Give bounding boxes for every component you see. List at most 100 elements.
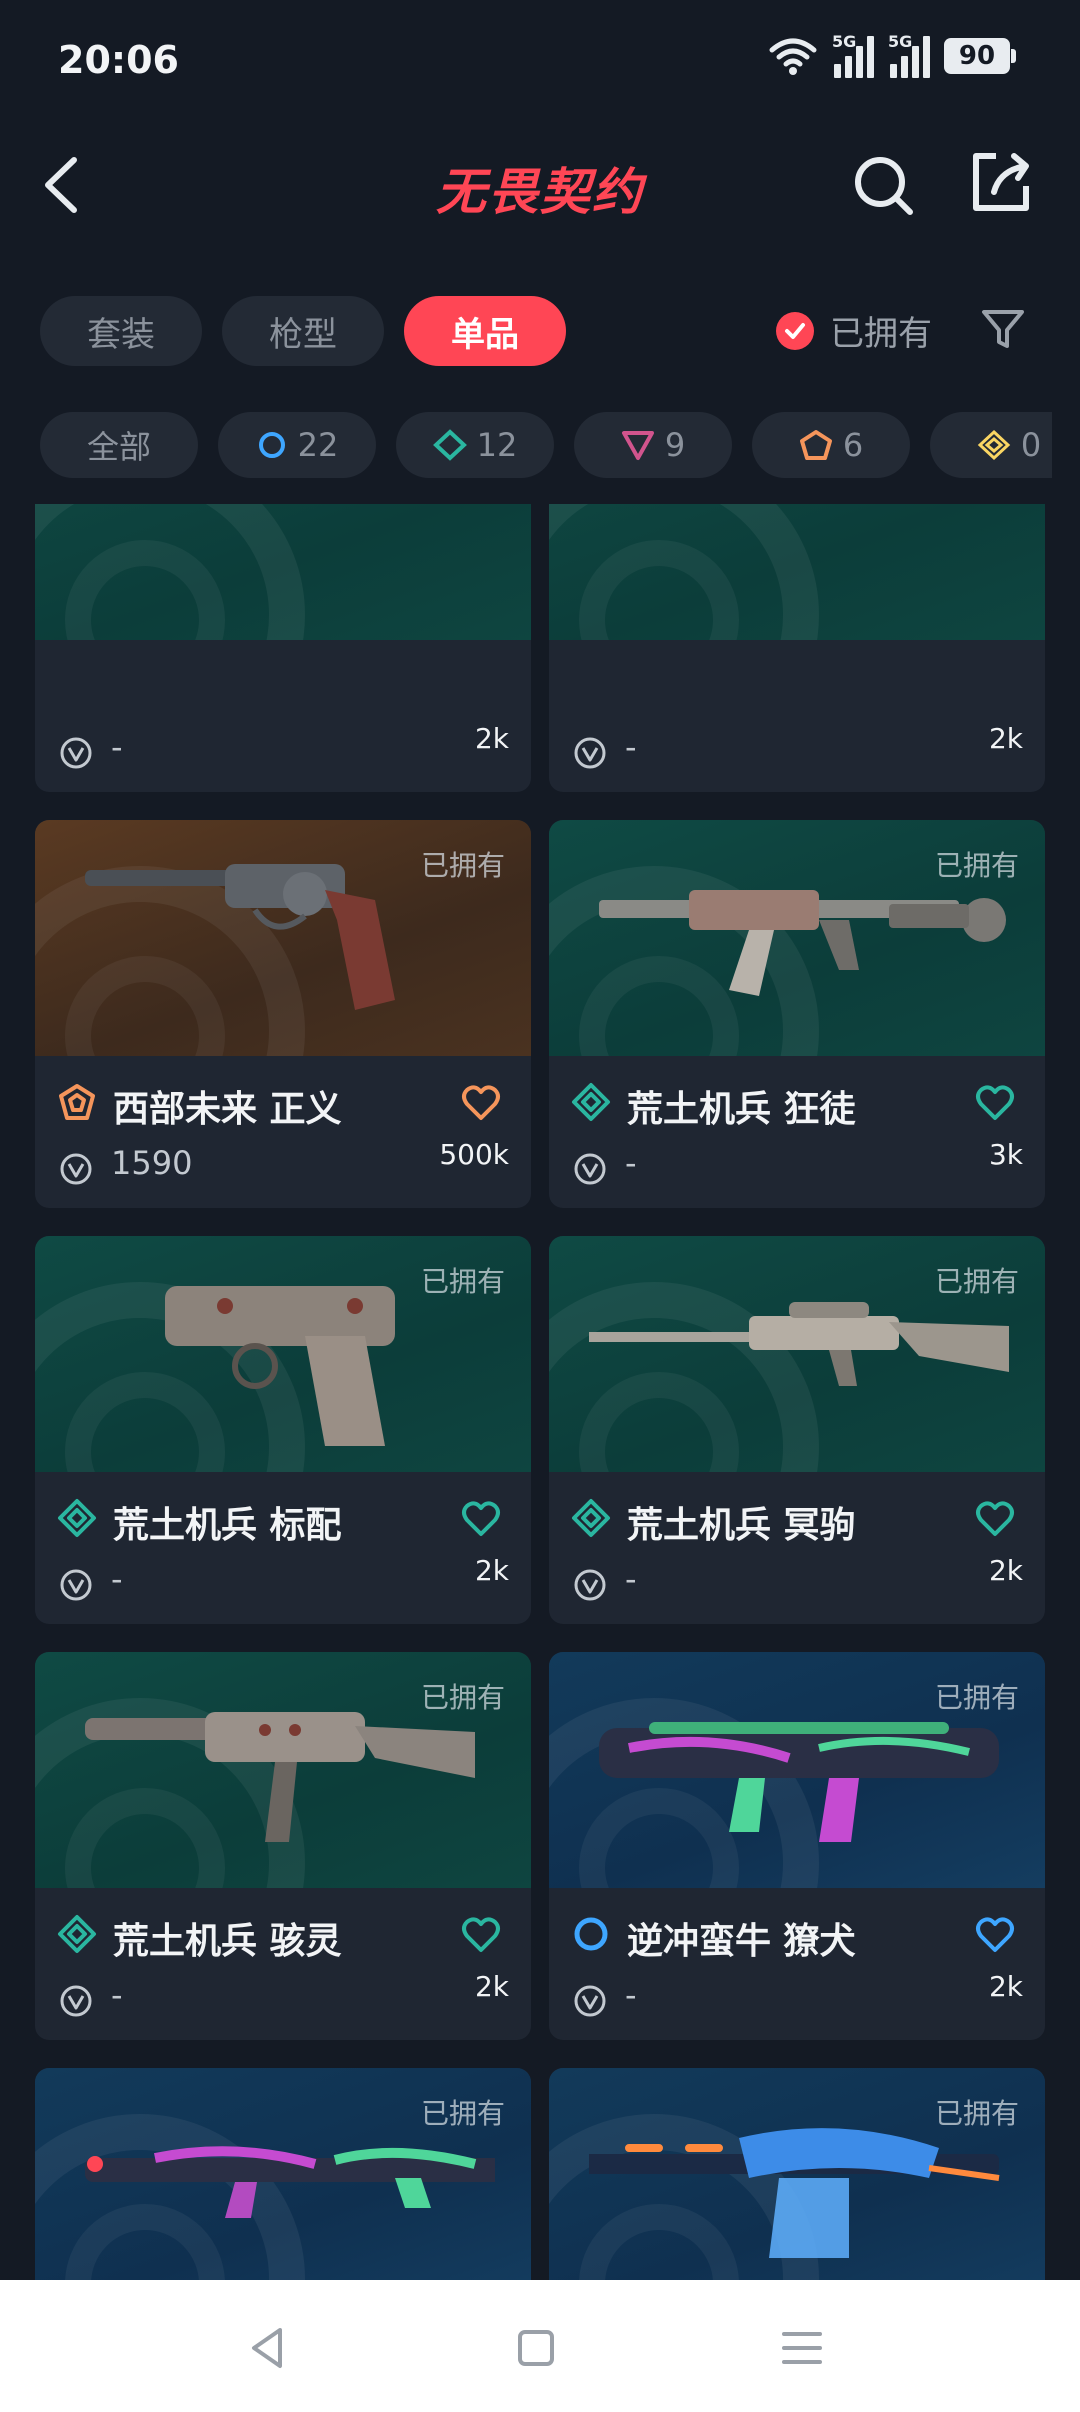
owned-filter-label: 已拥有 (830, 314, 932, 354)
share-button[interactable] (966, 148, 1036, 218)
skin-price: - (111, 1560, 123, 1598)
tab-weapon-types[interactable]: 枪型 (222, 296, 384, 366)
skin-card[interactable]: - 2k (35, 504, 531, 792)
select-tier-icon (258, 432, 285, 458)
chip-deluxe-tier[interactable]: 12 (396, 412, 554, 478)
chip-ultra-tier[interactable]: 0 (930, 412, 1052, 478)
category-tabs: 套装 枪型 单品 (40, 296, 566, 366)
valorant-points-icon (573, 1984, 607, 2018)
skin-card[interactable]: 已拥有 荒土机兵 冥驹 - 2k (549, 1236, 1045, 1624)
triangle-back-icon (252, 2328, 282, 2368)
nav-recents-button[interactable] (774, 2320, 830, 2376)
rarity-tier-icon (57, 1498, 97, 1538)
valorant-points-icon (59, 1568, 93, 1602)
skin-card[interactable]: - 2k (549, 504, 1045, 792)
chip-count: 0 (1020, 426, 1042, 464)
skin-card[interactable]: 已拥有逆冲蛮牛 獠犬 - 2k (549, 1652, 1045, 2040)
chip-exclusive-tier[interactable]: 6 (752, 412, 910, 478)
like-count: 2k (988, 722, 1023, 755)
weapon-image (579, 2108, 1009, 2278)
skin-image: 已拥有 (35, 1236, 531, 1472)
skin-price: 1590 (111, 1144, 193, 1182)
premium-tier-icon (621, 431, 654, 460)
valorant-points-icon (573, 736, 607, 770)
skin-card[interactable]: 已拥有 荒土机兵 标配 - 2k (35, 1236, 531, 1624)
search-button[interactable] (848, 150, 918, 220)
filter-icon (982, 310, 1024, 348)
nav-back-button[interactable] (240, 2320, 296, 2376)
skin-name: 逆冲蛮牛 獠犬 (627, 1921, 856, 1962)
skin-info: - 2k (35, 640, 531, 792)
weapon-image (589, 860, 1009, 1030)
ultra-tier-icon (977, 429, 1011, 461)
owned-tag: 已拥有 (420, 1681, 505, 1714)
skin-info: 荒土机兵 骇灵 - 2k (35, 1888, 531, 2040)
weapon-image (75, 1692, 495, 1862)
search-icon (855, 157, 913, 215)
skin-image: 已拥有 (549, 1236, 1045, 1472)
system-nav-bar (0, 2280, 1080, 2412)
valorant-points-icon (573, 1568, 607, 1602)
valorant-points-icon (59, 736, 93, 770)
like-count: 2k (474, 1970, 509, 2003)
chip-count: 22 (297, 426, 339, 464)
weapon-image (75, 1276, 495, 1446)
skin-grid: -2k -2k 已拥有 西部未来 正义 1590 500k 已拥有 荒土机兵 狂徒 -3k 已拥有… (35, 504, 1045, 2280)
weapon-image (75, 860, 495, 1030)
chip-count: 9 (664, 426, 686, 464)
chip-count: 12 (476, 426, 518, 464)
weapon-image (579, 1276, 1009, 1446)
heart-icon[interactable] (975, 1084, 1015, 1122)
skin-price: - (625, 1560, 637, 1598)
rarity-filter-chips: 全部 22 12 9 6 0 (40, 412, 1052, 478)
like-count: 2k (988, 1970, 1023, 2003)
owned-tag: 已拥有 (420, 2097, 505, 2130)
owned-tag: 已拥有 (934, 1681, 1019, 1714)
heart-icon[interactable] (975, 1916, 1015, 1954)
skin-name: 荒土机兵 标配 (113, 1505, 342, 1546)
chip-label: 全部 (86, 428, 151, 466)
like-count: 500k (439, 1138, 509, 1171)
skin-card[interactable]: 已拥有逆冲蛮牛 戍卫-2k (35, 2068, 531, 2280)
skin-card[interactable]: 已拥有 荒土机兵 狂徒 - 3k (549, 820, 1045, 1208)
skin-image: 已拥有 (35, 2068, 531, 2280)
tab-bundles[interactable]: 套装 (40, 296, 202, 366)
skin-info: - 2k (549, 640, 1045, 792)
owned-filter-toggle[interactable]: 已拥有 (776, 306, 932, 355)
valorant-points-icon (573, 1152, 607, 1186)
signal-icon: 5G (888, 32, 930, 78)
like-count: 3k (988, 1138, 1023, 1171)
skin-info: 西部未来 正义 1590 500k (35, 1056, 531, 1208)
status-icons: 5G 5G 90 (768, 32, 1016, 78)
rarity-tier-icon (57, 1914, 97, 1954)
skin-grid-scroll-area[interactable]: -2k -2k 已拥有 西部未来 正义 1590 500k 已拥有 荒土机兵 狂徒 -3k 已拥有… (0, 504, 1080, 2280)
heart-icon[interactable] (461, 1916, 501, 1954)
chip-all[interactable]: 全部 (40, 412, 198, 478)
owned-tag: 已拥有 (420, 1265, 505, 1298)
network-type-label: 5G (832, 32, 857, 51)
skin-card[interactable]: 已拥有纳米打击 奥丁-2k (549, 2068, 1045, 2280)
skin-card[interactable]: 已拥有荒土机兵 骇灵 - 2k (35, 1652, 531, 2040)
chip-select-tier[interactable]: 22 (218, 412, 376, 478)
heart-icon[interactable] (461, 1500, 501, 1538)
exclusive-tier-icon (799, 430, 832, 460)
heart-icon[interactable] (975, 1500, 1015, 1538)
square-home-icon (518, 2330, 554, 2366)
skin-price: - (625, 1976, 637, 2014)
like-count: 2k (474, 722, 509, 755)
tab-single-items[interactable]: 单品 (404, 296, 566, 366)
skin-price: - (111, 728, 123, 766)
owned-tag: 已拥有 (934, 849, 1019, 882)
wifi-icon (769, 38, 817, 75)
network-type-label: 5G (888, 32, 913, 51)
chip-premium-tier[interactable]: 9 (574, 412, 732, 478)
heart-icon[interactable] (461, 1084, 501, 1122)
skin-card[interactable]: 已拥有 西部未来 正义 1590 500k (35, 820, 531, 1208)
rarity-tier-icon (571, 1498, 611, 1538)
skin-info: 荒土机兵 冥驹 - 2k (549, 1472, 1045, 1624)
nav-home-button[interactable] (508, 2320, 564, 2376)
filter-button[interactable] (980, 306, 1026, 352)
skin-price: - (625, 728, 637, 766)
skin-name: 荒土机兵 骇灵 (113, 1921, 342, 1962)
rarity-tier-icon (571, 1914, 611, 1954)
